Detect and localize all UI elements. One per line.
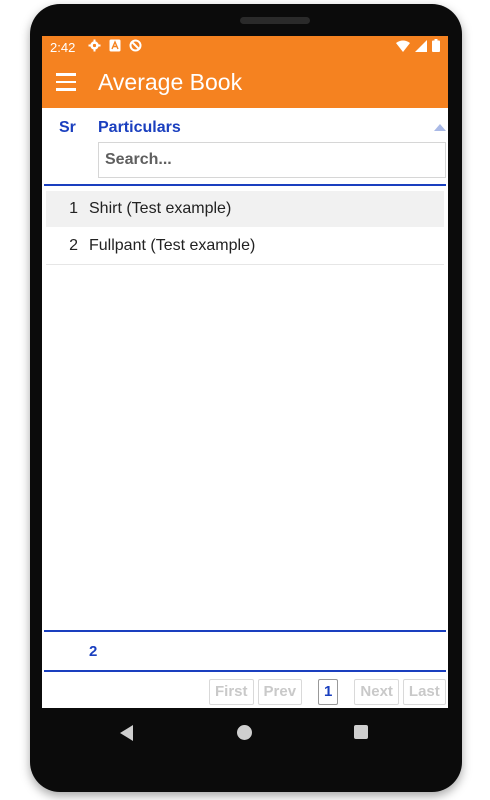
signal-icon	[415, 39, 427, 52]
row-particulars: Fullpant (Test example)	[89, 237, 256, 254]
pagination: First Prev 1 Next Last	[209, 679, 446, 705]
next-page-button[interactable]: Next	[354, 679, 399, 705]
wifi-icon	[396, 40, 410, 52]
sync-icon	[129, 39, 142, 52]
row-sr: 1	[69, 200, 78, 217]
last-page-button[interactable]: Last	[402, 679, 446, 705]
table-header-divider	[44, 184, 446, 186]
status-time: 2:42	[50, 40, 76, 55]
row-divider	[46, 264, 444, 265]
status-right-icons	[396, 39, 440, 52]
app-bar: Average Book	[42, 58, 448, 108]
a-badge-icon	[109, 39, 121, 52]
column-header-particulars[interactable]: Particulars	[98, 119, 181, 137]
row-particulars: Shirt (Test example)	[89, 200, 232, 217]
back-nav-icon[interactable]	[120, 725, 133, 741]
column-header-sr[interactable]: Sr	[59, 119, 76, 137]
screen: 2:42 Average Book Sr Particulars Search.…	[42, 36, 448, 708]
gear-icon	[88, 39, 101, 52]
hamburger-menu-icon[interactable]	[56, 73, 76, 91]
current-page-button[interactable]: 1	[318, 679, 339, 705]
search-input[interactable]	[98, 142, 446, 178]
table-row[interactable]: 2 Fullpant (Test example)	[46, 228, 444, 264]
row-sr: 2	[69, 237, 78, 254]
home-nav-icon[interactable]	[237, 725, 252, 740]
phone-speaker	[240, 17, 310, 24]
first-page-button[interactable]: First	[209, 679, 254, 705]
battery-icon	[432, 39, 440, 52]
table-footer-divider	[44, 630, 446, 632]
recents-nav-icon[interactable]	[354, 725, 368, 739]
status-left-icons	[88, 39, 142, 52]
prev-page-button[interactable]: Prev	[257, 679, 303, 705]
table-row[interactable]: 1 Shirt (Test example)	[46, 191, 444, 227]
page-title: Average Book	[98, 69, 243, 95]
sort-ascending-icon[interactable]	[434, 124, 446, 131]
pagination-divider	[44, 670, 446, 672]
footer-count: 2	[89, 643, 98, 660]
status-bar: 2:42	[42, 36, 448, 58]
